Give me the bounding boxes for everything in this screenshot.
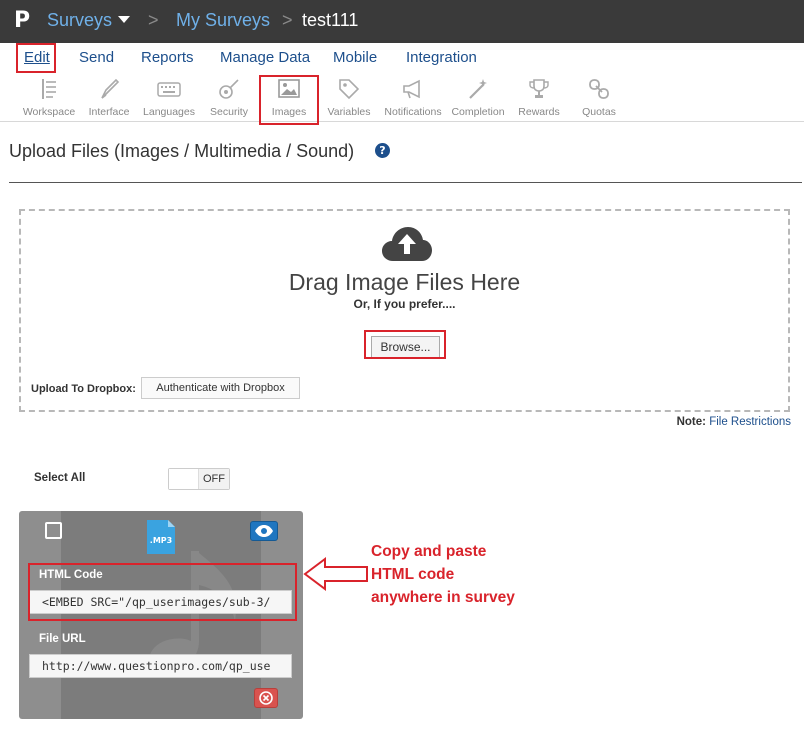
toolbar-rewards[interactable]: Rewards bbox=[508, 77, 570, 118]
toolbar-label: Security bbox=[210, 106, 248, 118]
title-divider bbox=[9, 182, 802, 183]
mp3-file-icon: .MP3 bbox=[146, 519, 176, 555]
highlight-browse-box bbox=[364, 330, 446, 359]
toolbar-notifications[interactable]: Notifications bbox=[382, 77, 444, 118]
toolbar-label: Workspace bbox=[22, 106, 76, 118]
security-icon bbox=[217, 77, 241, 101]
toolbar-security[interactable]: Security bbox=[198, 77, 260, 118]
toolbar-label: Completion bbox=[451, 106, 505, 118]
main-nav: Edit Send Reports Manage Data Mobile Int… bbox=[0, 43, 804, 73]
toolbar-languages[interactable]: Languages bbox=[138, 77, 200, 118]
tab-manage-data[interactable]: Manage Data bbox=[220, 49, 310, 67]
tab-send[interactable]: Send bbox=[79, 49, 114, 67]
questionpro-logo-icon[interactable]: P bbox=[14, 10, 34, 32]
wand-icon bbox=[466, 77, 490, 101]
toolbar-interface[interactable]: Interface bbox=[78, 77, 140, 118]
workspace-icon bbox=[37, 77, 61, 101]
drag-files-title: Drag Image Files Here bbox=[288, 269, 521, 295]
toolbar-label: Languages bbox=[143, 106, 195, 118]
toolbar-quotas[interactable]: Quotas bbox=[568, 77, 630, 118]
note-label: Note: bbox=[676, 416, 706, 428]
toolbar-label: Notifications bbox=[384, 106, 442, 118]
megaphone-icon bbox=[401, 77, 425, 101]
highlight-html-code-box bbox=[28, 563, 297, 621]
toolbar-label: Quotas bbox=[582, 106, 616, 118]
toolbar-label: Interface bbox=[88, 106, 130, 118]
keyboard-icon bbox=[157, 77, 181, 101]
select-all-label: Select All bbox=[34, 472, 86, 484]
authenticate-dropbox-button[interactable]: Authenticate with Dropbox bbox=[141, 377, 300, 399]
file-restrictions-note: Note: File Restrictions bbox=[677, 415, 791, 429]
callout-line: anywhere in survey bbox=[371, 589, 515, 606]
toolbar-label: Rewards bbox=[518, 106, 560, 118]
delete-file-button[interactable] bbox=[254, 688, 278, 708]
callout-line: Copy and paste bbox=[371, 543, 487, 560]
breadcrumb-surveys[interactable]: Surveys bbox=[47, 8, 112, 32]
tab-integration[interactable]: Integration bbox=[406, 49, 477, 67]
trophy-icon bbox=[527, 77, 551, 101]
file-restrictions-link[interactable]: File Restrictions bbox=[709, 416, 791, 428]
toolbar-variables[interactable]: Variables bbox=[318, 77, 380, 118]
page-title: Upload Files (Images / Multimedia / Soun… bbox=[9, 141, 355, 161]
callout-line: HTML code bbox=[371, 566, 455, 583]
callout-arrow-icon bbox=[303, 557, 368, 591]
interface-icon bbox=[97, 77, 121, 101]
breadcrumb-current-survey: test111 bbox=[302, 10, 359, 30]
preview-button[interactable] bbox=[250, 521, 278, 541]
breadcrumb-separator: > bbox=[282, 10, 293, 30]
link-icon bbox=[587, 77, 611, 101]
toggle-state: OFF bbox=[199, 469, 229, 489]
chevron-down-icon[interactable] bbox=[118, 16, 130, 23]
breadcrumb-separator: > bbox=[148, 10, 159, 30]
dropbox-label: Upload To Dropbox: bbox=[31, 383, 136, 395]
help-icon[interactable]: ? bbox=[375, 143, 390, 158]
cloud-upload-icon bbox=[381, 225, 433, 263]
tab-reports[interactable]: Reports bbox=[141, 49, 194, 67]
close-circle-icon bbox=[259, 691, 273, 705]
file-type-label: .MP3 bbox=[150, 536, 172, 545]
toggle-knob bbox=[169, 469, 199, 489]
breadcrumb-my-surveys[interactable]: My Surveys bbox=[176, 8, 270, 32]
top-bar: P Surveys > My Surveys > test111 bbox=[0, 0, 804, 43]
highlight-edit-box bbox=[16, 43, 56, 73]
file-select-checkbox[interactable] bbox=[45, 522, 62, 539]
edit-toolbar: Workspace Interface Languages Security I… bbox=[0, 73, 804, 122]
tab-mobile[interactable]: Mobile bbox=[333, 49, 377, 67]
tag-icon bbox=[337, 77, 361, 101]
eye-icon bbox=[255, 525, 273, 537]
toolbar-completion[interactable]: Completion bbox=[447, 77, 509, 118]
file-url-label: File URL bbox=[39, 633, 86, 645]
highlight-images-box bbox=[259, 75, 319, 125]
drag-files-subtitle: Or, If you prefer.... bbox=[353, 297, 456, 311]
file-url-field[interactable]: http://www.questionpro.com/qp_use bbox=[29, 654, 292, 678]
toolbar-label: Variables bbox=[327, 106, 371, 118]
toolbar-workspace[interactable]: Workspace bbox=[18, 77, 80, 118]
callout-text: Copy and paste HTML code anywhere in sur… bbox=[371, 540, 515, 609]
select-all-toggle[interactable]: OFF bbox=[168, 468, 230, 490]
file-drop-zone[interactable]: Drag Image Files Here Or, If you prefer.… bbox=[19, 209, 790, 412]
